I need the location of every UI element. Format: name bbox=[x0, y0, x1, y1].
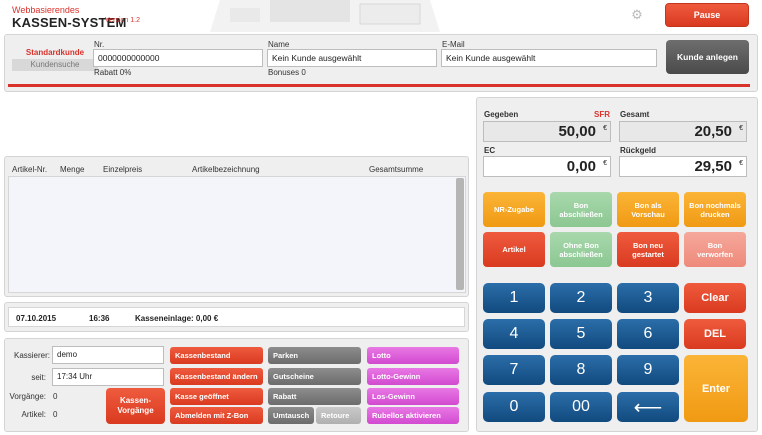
cash-stock-button[interactable]: Kassenbestand bbox=[170, 347, 263, 364]
pause-button[interactable]: Pause bbox=[665, 3, 749, 27]
nr-addition-label: NR-Zugabe bbox=[494, 205, 534, 214]
close-receipt-label: Bon abschließen bbox=[559, 200, 603, 219]
ec-amount-field[interactable]: 0,00 € bbox=[483, 156, 611, 177]
transactions-button[interactable]: Kassen- Vorgänge bbox=[106, 388, 165, 424]
add-customer-button[interactable]: Kunde anlegen bbox=[666, 40, 749, 74]
column-header-article-nr: Artikel-Nr. bbox=[12, 165, 48, 174]
currency-code: SFR bbox=[594, 110, 610, 119]
exchange-button[interactable]: Umtausch bbox=[268, 407, 314, 424]
ec-value: 0,00 bbox=[566, 158, 596, 175]
transactions-button-label: Kassen- Vorgänge bbox=[117, 396, 154, 415]
change-cash-stock-button[interactable]: Kassenbestand ändern bbox=[170, 368, 263, 385]
customer-nr-label: Nr. bbox=[94, 40, 105, 49]
since-label: seit: bbox=[31, 373, 46, 382]
currency-symbol: € bbox=[603, 125, 607, 132]
total-amount: 20,50 € bbox=[619, 121, 747, 142]
column-header-unit-price: Einzelpreis bbox=[103, 165, 143, 174]
tab-standard-customer[interactable]: Standardkunde bbox=[12, 46, 98, 60]
receipt-preview-button[interactable]: Bon als Vorschau bbox=[617, 192, 679, 227]
article-button[interactable]: Artikel bbox=[483, 232, 545, 267]
customer-name-label: Name bbox=[268, 40, 290, 49]
register-opened-button[interactable]: Kasse geöffnet bbox=[170, 388, 263, 405]
delete-button[interactable]: DEL bbox=[684, 319, 746, 349]
column-header-description: Artikelbezeichnung bbox=[192, 165, 260, 174]
key-5[interactable]: 5 bbox=[550, 319, 612, 349]
key-7[interactable]: 7 bbox=[483, 355, 545, 385]
currency-symbol: € bbox=[739, 125, 743, 132]
key-00[interactable]: 00 bbox=[550, 392, 612, 422]
discount-button[interactable]: Rabatt bbox=[268, 388, 361, 405]
total-value: 20,50 bbox=[694, 123, 732, 140]
customer-nr-field[interactable]: 0000000000000 bbox=[93, 49, 263, 67]
time-display: 16:36 bbox=[89, 314, 110, 323]
backspace-arrow-icon[interactable]: ⟵ bbox=[617, 392, 679, 422]
cash-register-image bbox=[210, 0, 440, 32]
key-3[interactable]: 3 bbox=[617, 283, 679, 313]
transactions-label: Vorgänge: bbox=[9, 392, 46, 401]
given-value: 50,00 bbox=[558, 123, 596, 140]
settings-gear-icon[interactable]: ⚙ bbox=[630, 8, 644, 22]
change-amount: 29,50 € bbox=[619, 156, 747, 177]
reprint-receipt-button[interactable]: Bon nochmals drucken bbox=[684, 192, 746, 227]
enter-button[interactable]: Enter bbox=[684, 355, 748, 422]
key-6[interactable]: 6 bbox=[617, 319, 679, 349]
currency-symbol: € bbox=[603, 160, 607, 167]
lotto-win-button[interactable]: Lotto-Gewinn bbox=[367, 368, 459, 385]
bonuses-label: Bonuses 0 bbox=[268, 68, 306, 77]
given-label: Gegeben bbox=[484, 110, 519, 119]
articles-label: Artikel: bbox=[21, 410, 46, 419]
since-field: 17:34 Uhr bbox=[52, 368, 164, 386]
vouchers-button[interactable]: Gutscheine bbox=[268, 368, 361, 385]
reprint-receipt-label: Bon nochmals drucken bbox=[689, 200, 741, 219]
tab-customer-search[interactable]: Kundensuche bbox=[12, 59, 98, 71]
close-receipt-button[interactable]: Bon abschließen bbox=[550, 192, 612, 227]
receipt-preview-label: Bon als Vorschau bbox=[631, 200, 665, 219]
change-label: Rückgeld bbox=[620, 146, 657, 155]
key-1[interactable]: 1 bbox=[483, 283, 545, 313]
new-receipt-label: Bon neu gestartet bbox=[632, 240, 664, 259]
transactions-count: 0 bbox=[53, 392, 58, 401]
activate-scratchcard-button[interactable]: Rubellos aktivieren bbox=[367, 407, 459, 424]
customer-name-field[interactable]: Kein Kunde ausgewählt bbox=[267, 49, 437, 67]
lotto-button[interactable]: Lotto bbox=[367, 347, 459, 364]
lottery-ticket-win-button[interactable]: Los-Gewinn bbox=[367, 388, 459, 405]
info-strip bbox=[8, 307, 465, 327]
customer-email-field[interactable]: Kein Kunde ausgewählt bbox=[441, 49, 657, 67]
key-2[interactable]: 2 bbox=[550, 283, 612, 313]
discard-receipt-button[interactable]: Bon verworfen bbox=[684, 232, 746, 267]
articles-list[interactable] bbox=[8, 176, 466, 293]
discard-receipt-label: Bon verworfen bbox=[697, 240, 733, 259]
key-8[interactable]: 8 bbox=[550, 355, 612, 385]
article-label: Artikel bbox=[502, 245, 526, 254]
date-display: 07.10.2015 bbox=[16, 314, 57, 323]
key-0[interactable]: 0 bbox=[483, 392, 545, 422]
given-amount: 50,00 € bbox=[483, 121, 611, 142]
articles-count: 0 bbox=[53, 410, 58, 419]
change-value: 29,50 bbox=[694, 158, 732, 175]
table-scrollbar[interactable] bbox=[456, 178, 464, 290]
park-button[interactable]: Parken bbox=[268, 347, 361, 364]
key-9[interactable]: 9 bbox=[617, 355, 679, 385]
ec-label: EC bbox=[484, 146, 496, 155]
cashier-field: demo bbox=[52, 346, 164, 364]
column-header-total: Gesamtsumme bbox=[369, 165, 424, 174]
discount-label: Rabatt 0% bbox=[94, 68, 132, 77]
new-receipt-button[interactable]: Bon neu gestartet bbox=[617, 232, 679, 267]
cashier-label: Kassierer: bbox=[13, 351, 50, 360]
total-label: Gesamt bbox=[620, 110, 650, 119]
cash-deposit-display: Kasseneinlage: 0,00 € bbox=[135, 314, 219, 323]
close-without-receipt-button[interactable]: Ohne Bon abschließen bbox=[550, 232, 612, 267]
customer-email-label: E-Mail bbox=[442, 40, 465, 49]
clear-button[interactable]: Clear bbox=[684, 283, 746, 313]
nr-addition-button[interactable]: NR-Zugabe bbox=[483, 192, 545, 227]
divider-line bbox=[8, 84, 750, 87]
brand-subtitle: Webbasierendes bbox=[12, 5, 80, 15]
close-without-receipt-label: Ohne Bon abschließen bbox=[559, 240, 603, 259]
return-button[interactable]: Retoure bbox=[316, 407, 361, 424]
key-4[interactable]: 4 bbox=[483, 319, 545, 349]
column-header-quantity: Menge bbox=[60, 165, 85, 174]
currency-symbol: € bbox=[739, 160, 743, 167]
logout-z-receipt-button[interactable]: Abmelden mit Z-Bon bbox=[170, 407, 263, 424]
version-label: Version 1.2 bbox=[105, 17, 141, 24]
